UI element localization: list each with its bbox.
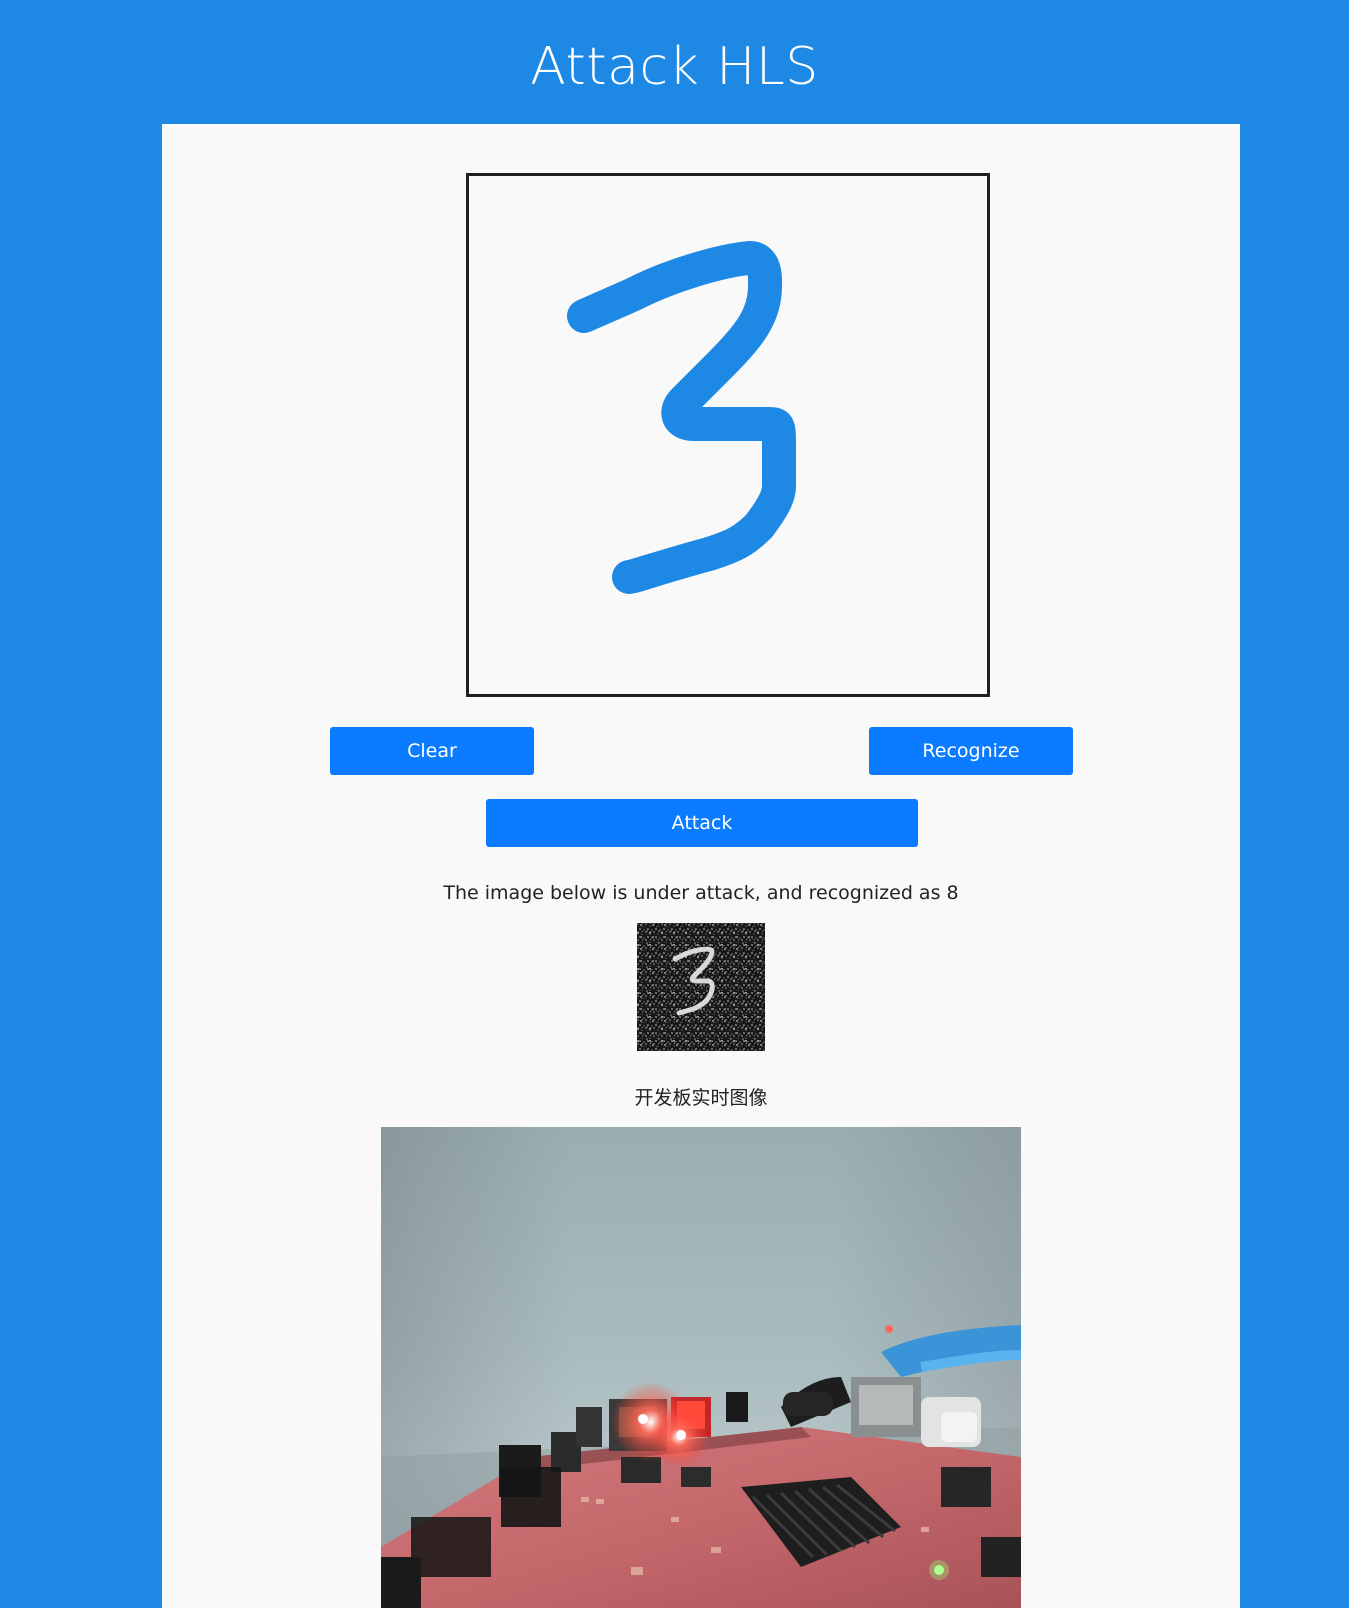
recognize-button[interactable]: Recognize: [869, 727, 1073, 775]
drawing-canvas[interactable]: [466, 173, 990, 697]
attack-button[interactable]: Attack: [486, 799, 918, 847]
adversarial-image: [637, 923, 765, 1051]
drawn-digit-stroke: [567, 241, 796, 594]
board-live-image: [381, 1127, 1021, 1608]
page-header: Attack HLS: [0, 0, 1349, 124]
page-title: Attack HLS: [530, 37, 819, 97]
main-panel: Clear Recognize Attack The image below i…: [162, 124, 1240, 1608]
clear-button[interactable]: Clear: [330, 727, 534, 775]
live-feed-label: 开发板实时图像: [634, 1087, 768, 1109]
attack-status-text: The image below is under attack, and rec…: [443, 882, 959, 904]
